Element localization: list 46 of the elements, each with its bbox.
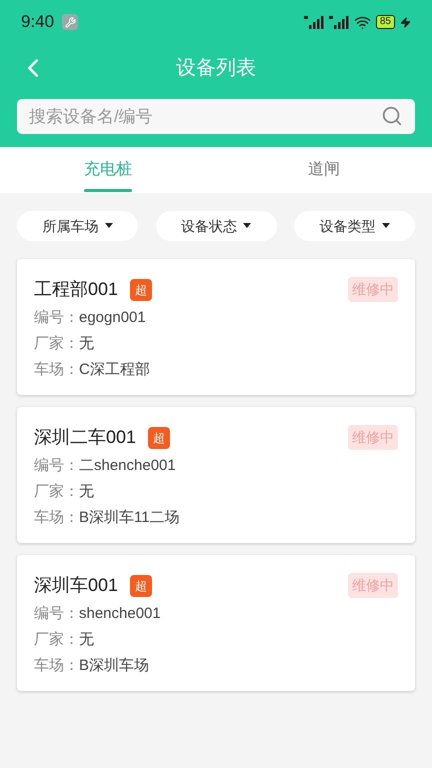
field-value: B深圳车场 (79, 656, 150, 676)
super-tag: 超 (130, 278, 152, 300)
status-time: 9:40 (21, 11, 54, 34)
device-name: 工程部001 (34, 278, 118, 301)
device-name: 深圳二车001 (34, 426, 136, 449)
field-label: 厂家： (34, 334, 79, 354)
field-value: C深工程部 (79, 360, 150, 380)
super-tag: 超 (148, 426, 170, 448)
field-value: 无 (79, 630, 94, 650)
device-name: 深圳车001 (34, 574, 118, 597)
status-tag: 维修中 (348, 277, 398, 302)
signal-icon (304, 16, 324, 28)
device-card[interactable]: 深圳车001 超 维修中 编号：shenche001 厂家：无 车场：B深圳车场 (17, 555, 415, 691)
search-icon (381, 105, 403, 127)
field-label: 厂家： (34, 630, 79, 650)
status-tag: 维修中 (348, 573, 398, 598)
field-label: 编号： (34, 456, 79, 476)
field-label: 车场： (34, 656, 79, 676)
field-value: 二shenche001 (79, 456, 176, 476)
page-title: 设备列表 (176, 56, 256, 81)
field-label: 车场： (34, 508, 79, 528)
field-label: 车场： (34, 360, 79, 380)
field-value: 无 (79, 334, 94, 354)
caret-icon (382, 223, 390, 229)
field-label: 编号： (34, 604, 79, 624)
filter-dropdown[interactable]: 所属车场 (17, 211, 138, 241)
filter-dropdown[interactable]: 设备状态 (156, 211, 276, 241)
caret-icon (243, 223, 251, 229)
field-value: egogn001 (79, 308, 146, 328)
signal-icon (328, 16, 349, 28)
search-field[interactable]: 搜索设备名/编号 (17, 99, 415, 134)
tab[interactable]: 道闸 (216, 147, 432, 193)
wrench-icon (62, 14, 78, 30)
device-card[interactable]: 工程部001 超 维修中 编号：egogn001 厂家：无 车场：C深工程部 (17, 259, 415, 395)
field-label: 编号： (34, 308, 79, 328)
charging-icon (400, 16, 411, 28)
device-card[interactable]: 深圳二车001 超 维修中 编号：二shenche001 厂家：无 车场：B深圳车11二场 (17, 407, 415, 543)
super-tag: 超 (130, 574, 152, 596)
status-tag: 维修中 (348, 425, 398, 450)
caret-icon (104, 223, 112, 229)
field-label: 厂家： (34, 482, 79, 502)
field-value: 无 (79, 482, 94, 502)
filter-dropdown[interactable]: 设备类型 (294, 211, 415, 241)
field-value: shenche001 (79, 604, 161, 624)
field-value: B深圳车11二场 (79, 508, 180, 528)
battery-indicator: 85 (376, 15, 395, 29)
